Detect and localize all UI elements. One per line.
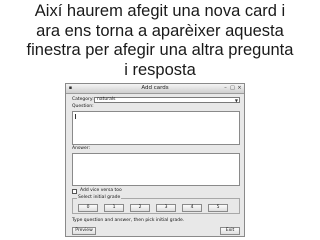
status-text: Type question and answer, then pick init… bbox=[72, 218, 185, 223]
minimize-icon[interactable]: – bbox=[222, 85, 229, 92]
preview-button[interactable]: Preview bbox=[72, 227, 96, 235]
close-icon[interactable]: × bbox=[236, 85, 243, 92]
text-caret bbox=[75, 114, 76, 119]
maximize-icon[interactable]: □ bbox=[229, 85, 236, 92]
question-label: Question: bbox=[72, 104, 94, 109]
category-select[interactable]: naturals ▼ bbox=[94, 97, 240, 103]
answer-field[interactable] bbox=[72, 153, 240, 186]
add-cards-window: Add cards ▪ – □ × Category: naturals ▼ Q… bbox=[65, 83, 245, 237]
caption-line-3: finestra per afegir una altra pregunta bbox=[26, 41, 294, 59]
question-field[interactable] bbox=[72, 111, 240, 145]
initial-grade-group: Select initial grade 0 1 2 3 4 5 bbox=[72, 195, 240, 214]
vice-versa-label: Add vice versa too bbox=[80, 188, 122, 193]
grade-button-2[interactable]: 2 bbox=[130, 204, 150, 212]
caption-line-4: i resposta bbox=[124, 60, 196, 79]
category-value: naturals bbox=[97, 97, 116, 102]
answer-label: Answer: bbox=[72, 146, 91, 151]
vice-versa-checkbox[interactable] bbox=[72, 189, 77, 194]
window-menu-icon[interactable]: ▪ bbox=[67, 85, 74, 92]
grade-button-1[interactable]: 1 bbox=[104, 204, 124, 212]
grade-button-4[interactable]: 4 bbox=[182, 204, 202, 212]
category-label: Category: bbox=[72, 97, 94, 102]
slide-caption: Així haurem afegit una nova card i ara e… bbox=[0, 2, 320, 80]
exit-button[interactable]: Exit bbox=[220, 227, 240, 235]
initial-grade-title: Select initial grade bbox=[77, 195, 122, 201]
window-title: Add cards bbox=[141, 85, 169, 91]
grade-button-3[interactable]: 3 bbox=[156, 204, 176, 212]
caption-line-1: Així haurem afegit una nova card i bbox=[34, 2, 286, 20]
grade-button-0[interactable]: 0 bbox=[78, 204, 98, 212]
caption-line-2: ara ens torna a aparèixer aquesta bbox=[36, 21, 284, 40]
window-titlebar[interactable]: Add cards ▪ – □ × bbox=[66, 84, 244, 94]
grade-button-5[interactable]: 5 bbox=[208, 204, 228, 212]
chevron-down-icon: ▼ bbox=[234, 98, 238, 103]
